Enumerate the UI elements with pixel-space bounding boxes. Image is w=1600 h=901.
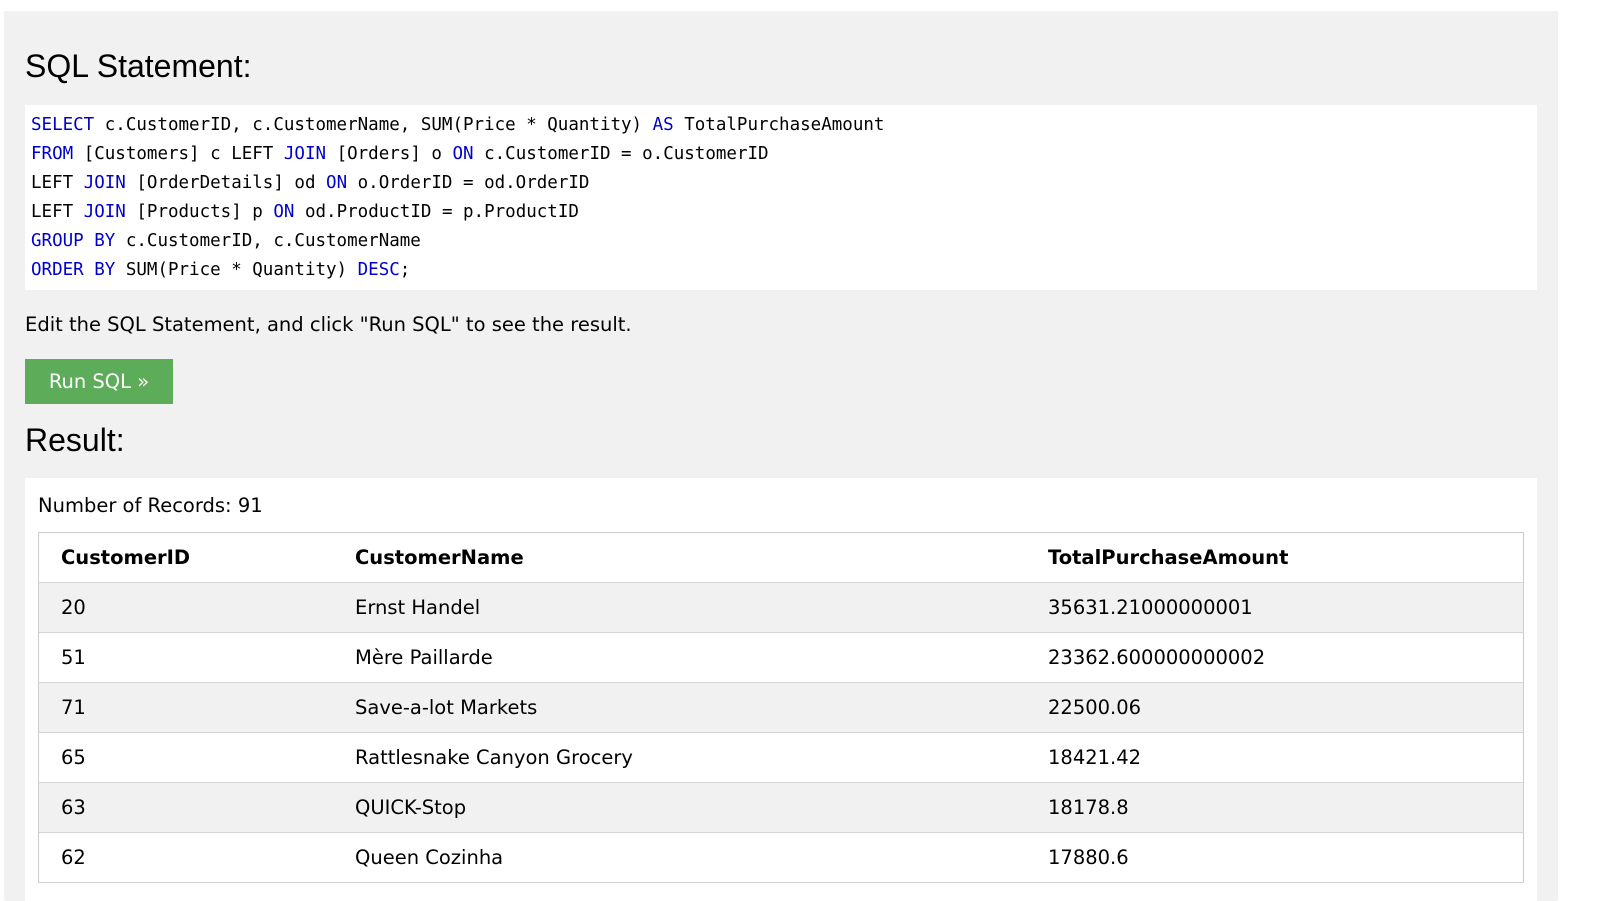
sql-text: c.CustomerID = o.CustomerID — [473, 144, 769, 164]
result-title: Result: — [25, 422, 125, 458]
sql-keyword: ORDER BY — [31, 260, 116, 280]
cell-customerid: 20 — [38, 582, 333, 633]
sql-code-line: GROUP BY c.CustomerID, c.CustomerName — [31, 227, 1537, 256]
sql-text: ; — [399, 260, 411, 280]
sql-code-line: SELECT c.CustomerID, c.CustomerName, SUM… — [31, 111, 1537, 140]
sql-keyword: JOIN — [283, 144, 327, 164]
cell-customername: Rattlesnake Canyon Grocery — [333, 732, 1026, 783]
run-sql-button[interactable]: Run SQL » — [25, 359, 173, 404]
table-row: 20 Ernst Handel 35631.21000000001 — [38, 582, 1524, 633]
result-table: CustomerID CustomerName TotalPurchaseAmo… — [38, 532, 1524, 883]
sql-keyword: AS — [652, 115, 674, 135]
sql-code-line: LEFT JOIN [OrderDetails] od ON o.OrderID… — [31, 169, 1537, 198]
sql-text: o.OrderID = od.OrderID — [347, 173, 590, 193]
sql-editor-panel: SQL Statement: SELECT c.CustomerID, c.Cu… — [4, 11, 1558, 901]
cell-customername: Save-a-lot Markets — [333, 682, 1026, 733]
sql-text: [Customers] c LEFT — [73, 144, 284, 164]
cell-totalpurchaseamount: 35631.21000000001 — [1026, 582, 1524, 633]
sql-text: [Products] p — [125, 202, 274, 222]
table-row: 63 QUICK-Stop 18178.8 — [38, 782, 1524, 833]
sql-keyword: DESC — [357, 260, 400, 280]
column-header-totalpurchaseamount: TotalPurchaseAmount — [1026, 532, 1524, 583]
sql-code-line: ORDER BY SUM(Price * Quantity) DESC; — [31, 256, 1537, 285]
sql-keyword: ON — [273, 202, 295, 222]
sql-text: c.CustomerID, c.CustomerName — [115, 231, 421, 251]
cell-customerid: 62 — [38, 832, 333, 883]
sql-keyword: ON — [452, 144, 474, 164]
cell-customername: Ernst Handel — [333, 582, 1026, 633]
sql-text: LEFT — [31, 202, 84, 222]
record-count: Number of Records: 91 — [38, 494, 263, 517]
sql-keyword: SELECT — [31, 115, 95, 135]
cell-customerid: 51 — [38, 632, 333, 683]
sql-text: [OrderDetails] od — [125, 173, 327, 193]
cell-totalpurchaseamount: 22500.06 — [1026, 682, 1524, 733]
sql-text: c.CustomerID, c.CustomerName, SUM(Price … — [94, 115, 653, 135]
sql-text: [Orders] o — [326, 144, 453, 164]
sql-keyword: FROM — [31, 144, 74, 164]
cell-totalpurchaseamount: 17880.6 — [1026, 832, 1524, 883]
cell-customername: Mère Paillarde — [333, 632, 1026, 683]
sql-code-line: FROM [Customers] c LEFT JOIN [Orders] o … — [31, 140, 1537, 169]
sql-keyword: ON — [326, 173, 348, 193]
sql-text: od.ProductID = p.ProductID — [294, 202, 579, 222]
sql-keyword: JOIN — [83, 202, 126, 222]
cell-totalpurchaseamount: 18178.8 — [1026, 782, 1524, 833]
sql-keyword: JOIN — [83, 173, 126, 193]
table-row: 51 Mère Paillarde 23362.600000000002 — [38, 632, 1524, 683]
result-container: Number of Records: 91 CustomerID Custome… — [25, 478, 1537, 901]
cell-customername: Queen Cozinha — [333, 832, 1026, 883]
cell-customerid: 63 — [38, 782, 333, 833]
table-row: 65 Rattlesnake Canyon Grocery 18421.42 — [38, 732, 1524, 783]
sql-text: TotalPurchaseAmount — [673, 115, 885, 135]
sql-code-editor[interactable]: SELECT c.CustomerID, c.CustomerName, SUM… — [25, 105, 1537, 290]
sql-text: LEFT — [31, 173, 84, 193]
cell-customerid: 65 — [38, 732, 333, 783]
table-header-row: CustomerID CustomerName TotalPurchaseAmo… — [38, 532, 1524, 583]
cell-totalpurchaseamount: 18421.42 — [1026, 732, 1524, 783]
cell-customername: QUICK-Stop — [333, 782, 1026, 833]
cell-totalpurchaseamount: 23362.600000000002 — [1026, 632, 1524, 683]
sql-keyword: GROUP BY — [31, 231, 116, 251]
table-row: 62 Queen Cozinha 17880.6 — [38, 832, 1524, 883]
column-header-customername: CustomerName — [333, 532, 1026, 583]
column-header-customerid: CustomerID — [38, 532, 333, 583]
cell-customerid: 71 — [38, 682, 333, 733]
sql-text: SUM(Price * Quantity) — [115, 260, 358, 280]
sql-statement-title: SQL Statement: — [25, 48, 252, 84]
instructions-text: Edit the SQL Statement, and click "Run S… — [25, 313, 632, 336]
table-row: 71 Save-a-lot Markets 22500.06 — [38, 682, 1524, 733]
sql-code-line: LEFT JOIN [Products] p ON od.ProductID =… — [31, 198, 1537, 227]
